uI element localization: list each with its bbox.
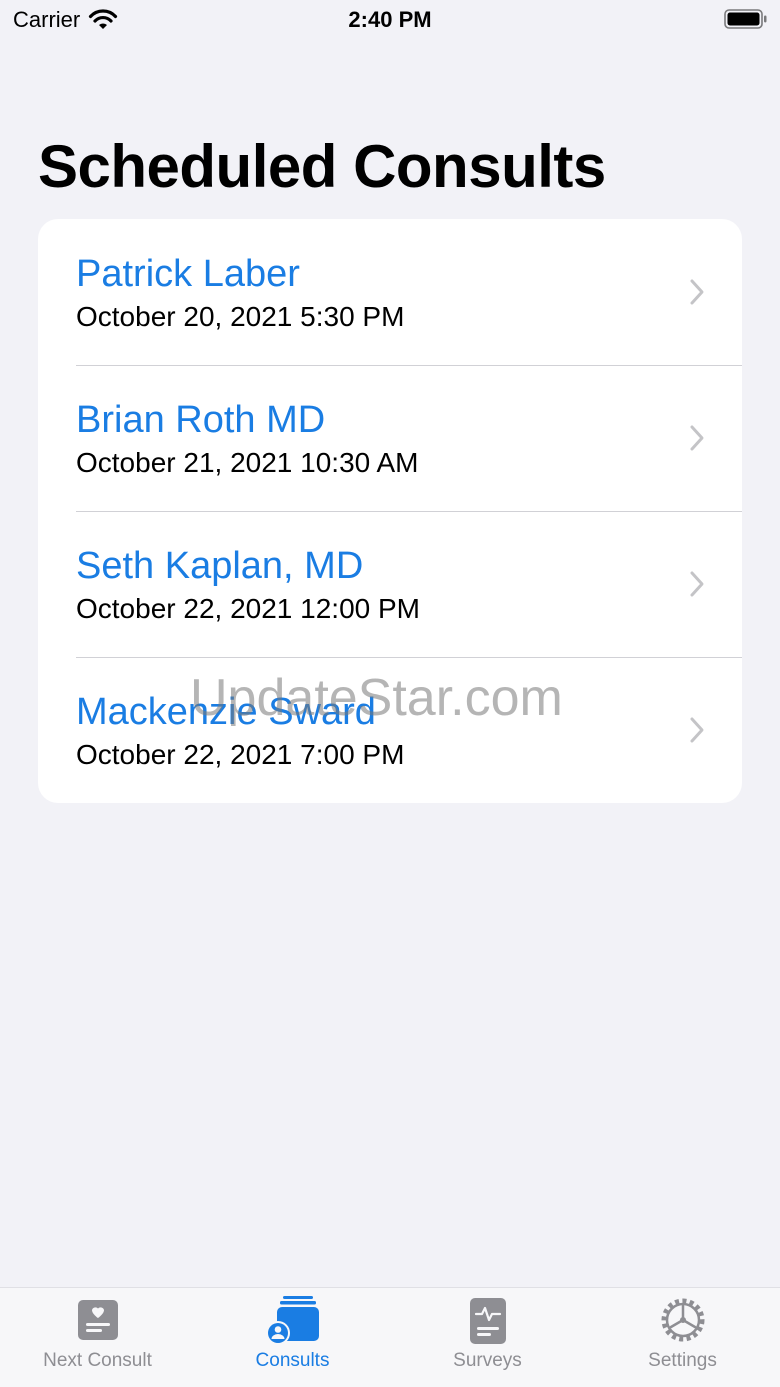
consult-datetime: October 22, 2021 12:00 PM [76,593,420,624]
consult-datetime: October 22, 2021 7:00 PM [76,739,405,770]
consult-name: Mackenzie Sward [76,691,376,733]
consult-name: Patrick Laber [76,253,300,295]
survey-doc-icon [469,1298,506,1344]
tab-consults[interactable]: Consults [195,1288,390,1387]
tab-label: Next Consult [43,1350,152,1371]
consult-datetime: October 21, 2021 10:30 AM [76,447,419,478]
consult-name: Brian Roth MD [76,399,326,441]
chevron-right-icon [690,279,704,305]
tab-label: Settings [648,1350,717,1371]
tab-settings[interactable]: Settings [585,1288,780,1387]
tab-next-consult[interactable]: Next Consult [0,1288,195,1387]
stacked-consults-icon [265,1296,319,1345]
tab-label: Consults [255,1350,330,1371]
tab-surveys[interactable]: Surveys [390,1288,585,1387]
consult-row[interactable]: Mackenzie Sward October 22, 2021 7:00 PM [38,657,742,803]
page-title: Scheduled Consults [38,133,606,200]
consult-name: Seth Kaplan, MD [76,545,364,587]
consult-row[interactable]: Patrick Laber October 20, 2021 5:30 PM [38,219,742,365]
gear-icon [661,1298,704,1342]
status-time: 2:40 PM [348,7,432,32]
consult-datetime: October 20, 2021 5:30 PM [76,301,405,332]
heart-card-icon [77,1300,118,1340]
chevron-right-icon [690,571,704,597]
consult-row[interactable]: Brian Roth MD October 21, 2021 10:30 AM [38,365,742,511]
status-bar: Carrier 2:40 PM [0,0,780,40]
chevron-right-icon [690,425,704,451]
app-screen: Carrier 2:40 PM Scheduled Consults Patri… [0,0,780,1387]
tab-label: Surveys [453,1350,522,1371]
consult-list: Patrick Laber October 20, 2021 5:30 PM B… [38,219,742,803]
tab-bar: Next Consult Consults Surveys Settings [0,1287,780,1387]
battery-icon [724,9,767,29]
chevron-right-icon [690,717,704,743]
consult-row[interactable]: Seth Kaplan, MD October 22, 2021 12:00 P… [38,511,742,657]
